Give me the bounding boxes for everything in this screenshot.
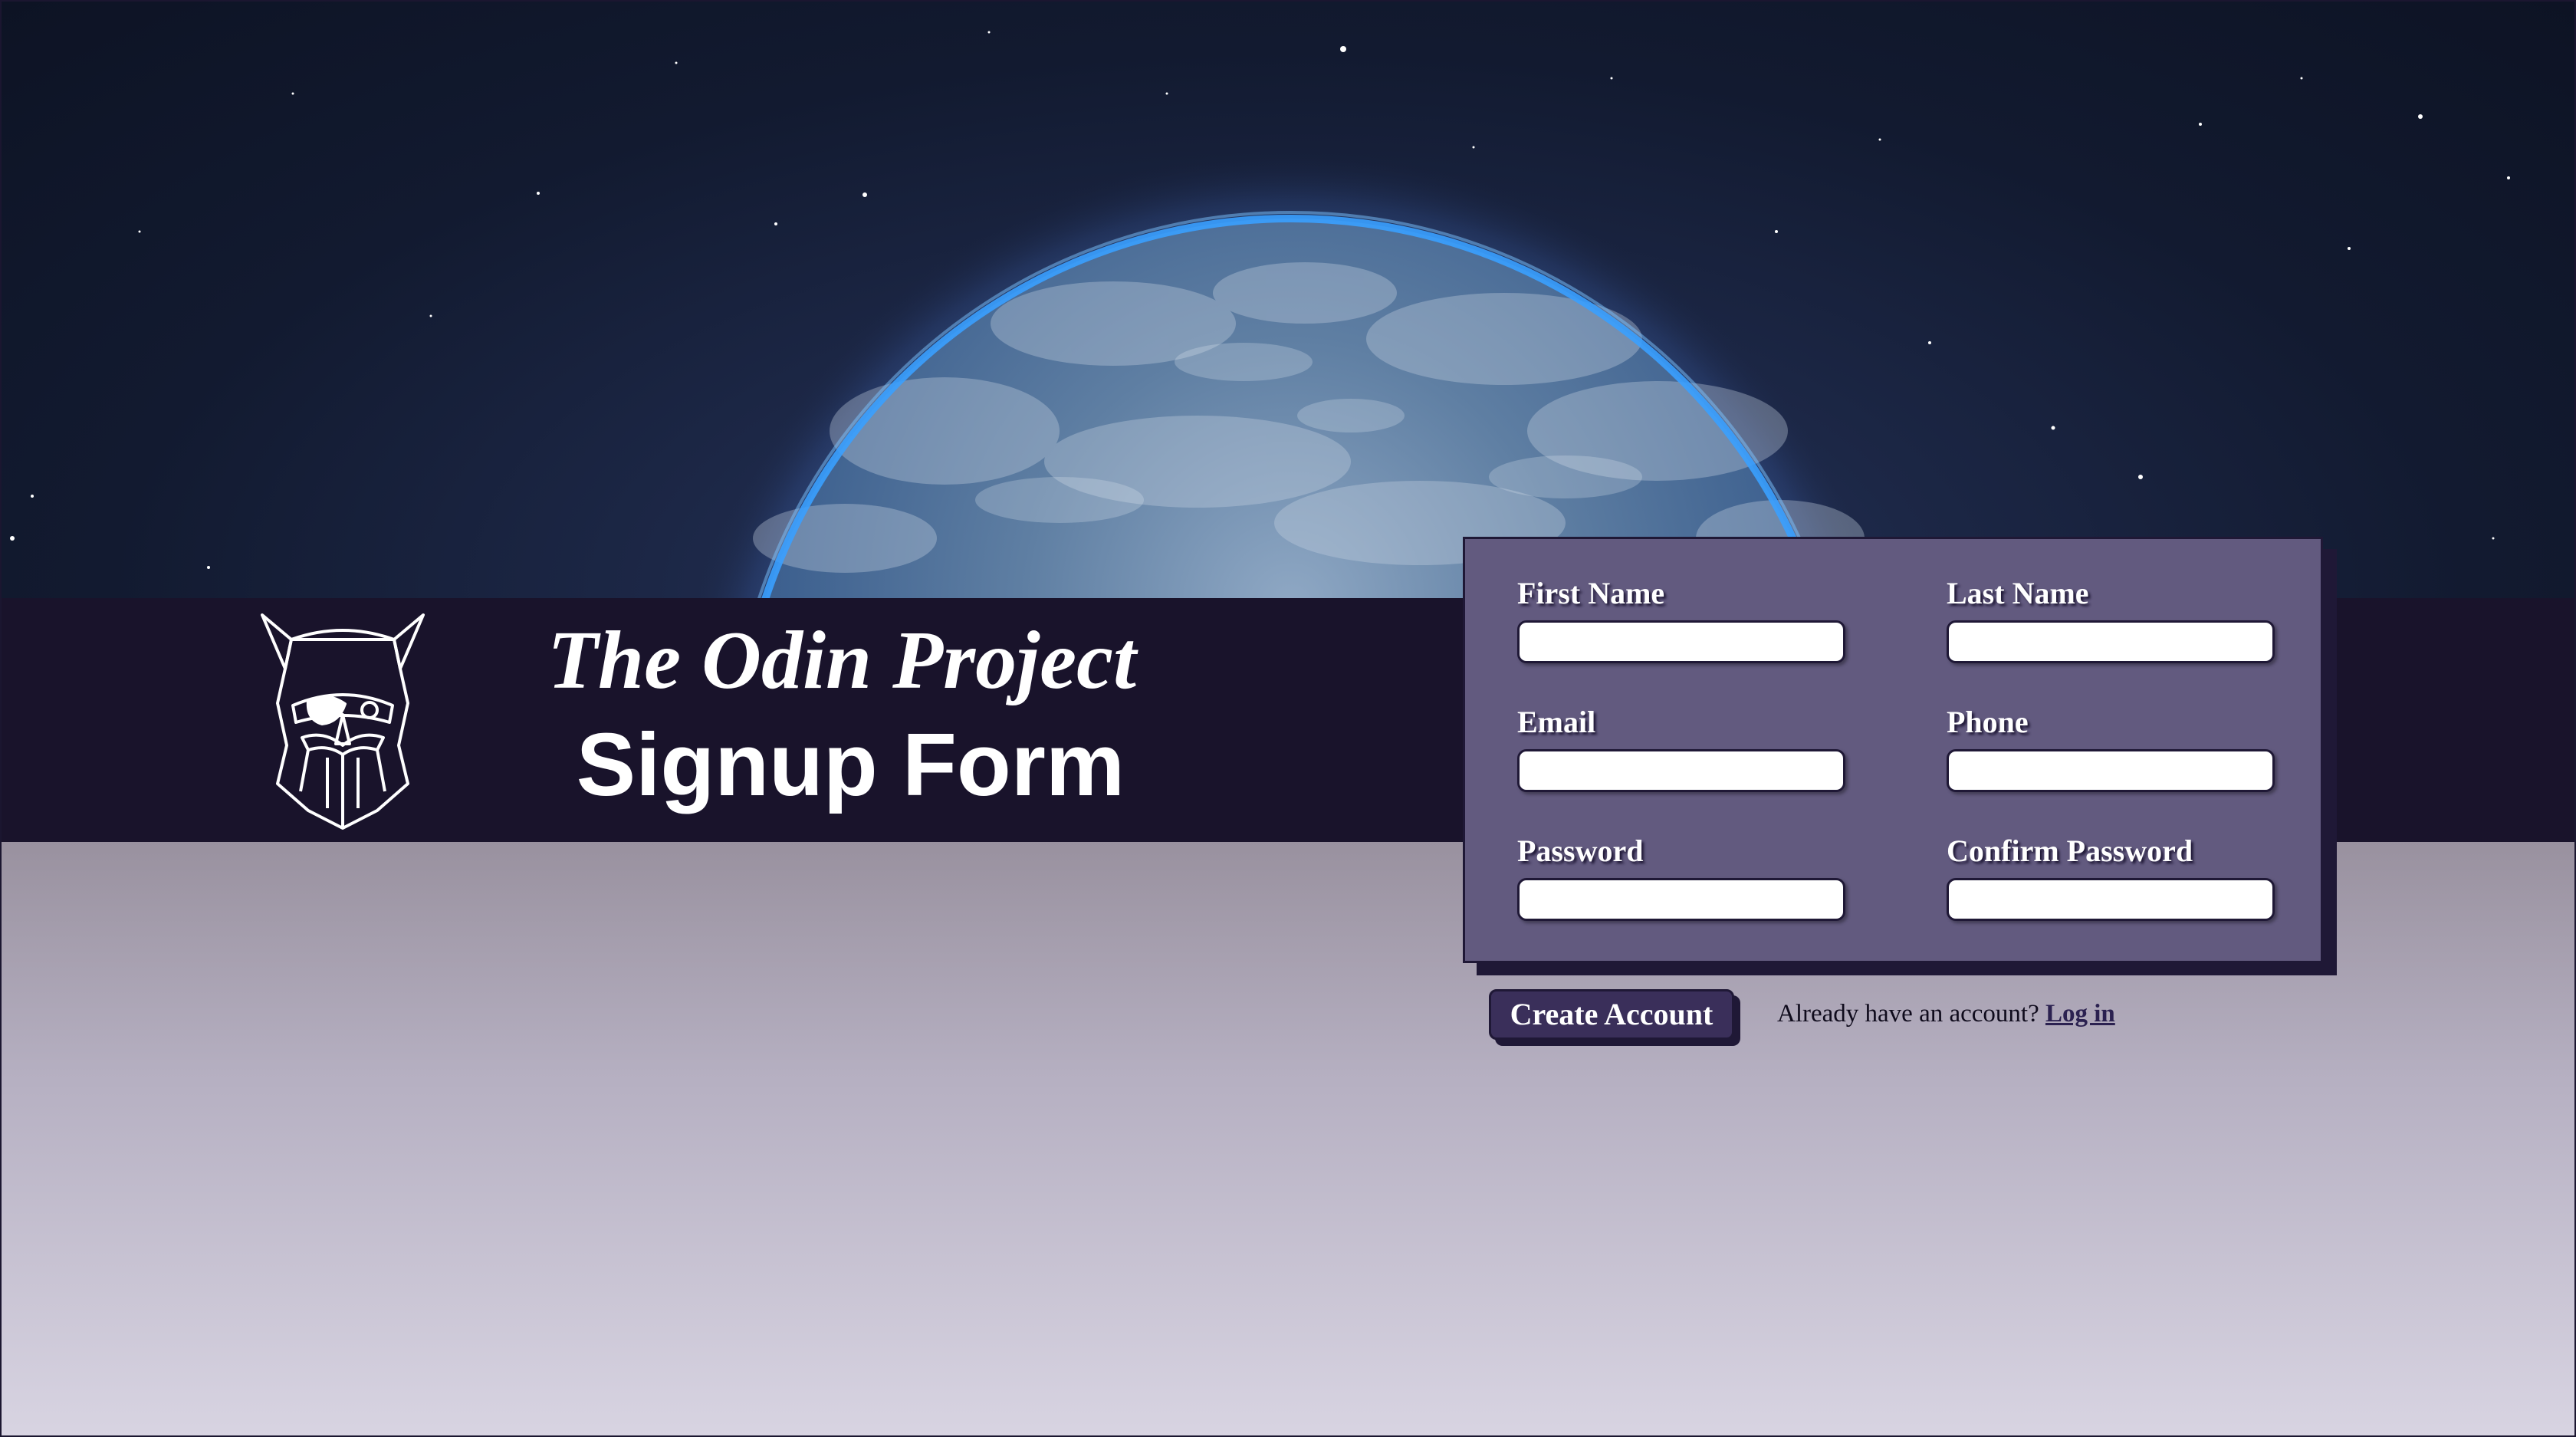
confirm-password-label: Confirm Password	[1947, 834, 2193, 868]
phone-input[interactable]	[1947, 749, 2275, 792]
login-prompt: Already have an account? Log in	[1777, 997, 2115, 1031]
confirm-password-field: Confirm Password	[1947, 834, 2276, 921]
confirm-password-input[interactable]	[1947, 878, 2275, 921]
brand-title: The Odin Project	[547, 615, 1136, 706]
first-name-input[interactable]	[1517, 620, 1845, 663]
signup-form: First Name Last Name Email Phone Passwor…	[1463, 537, 2323, 963]
phone-label: Phone	[1947, 705, 2029, 739]
password-input[interactable]	[1517, 878, 1845, 921]
first-name-field: First Name	[1517, 576, 1847, 663]
email-label: Email	[1517, 705, 1596, 739]
create-account-button[interactable]: Create Account	[1489, 989, 1734, 1040]
last-name-input[interactable]	[1947, 620, 2275, 663]
password-field: Password	[1517, 834, 1847, 921]
hero-background-image	[2, 2, 2574, 598]
page-title: Signup Form	[576, 715, 1125, 814]
earth-from-space-image	[10, 31, 2510, 598]
last-name-label: Last Name	[1947, 576, 2089, 610]
email-field: Email	[1517, 705, 1847, 792]
login-prompt-text: Already have an account?	[1777, 1000, 2039, 1028]
signup-page: The Odin Project Signup Form First Name …	[0, 0, 2576, 1437]
first-name-label: First Name	[1517, 576, 1665, 610]
email-input[interactable]	[1517, 749, 1845, 792]
last-name-field: Last Name	[1947, 576, 2276, 663]
phone-field: Phone	[1947, 705, 2276, 792]
login-link[interactable]: Log in	[2045, 1000, 2115, 1028]
password-label: Password	[1517, 834, 1644, 868]
odin-logo-icon	[255, 607, 431, 830]
